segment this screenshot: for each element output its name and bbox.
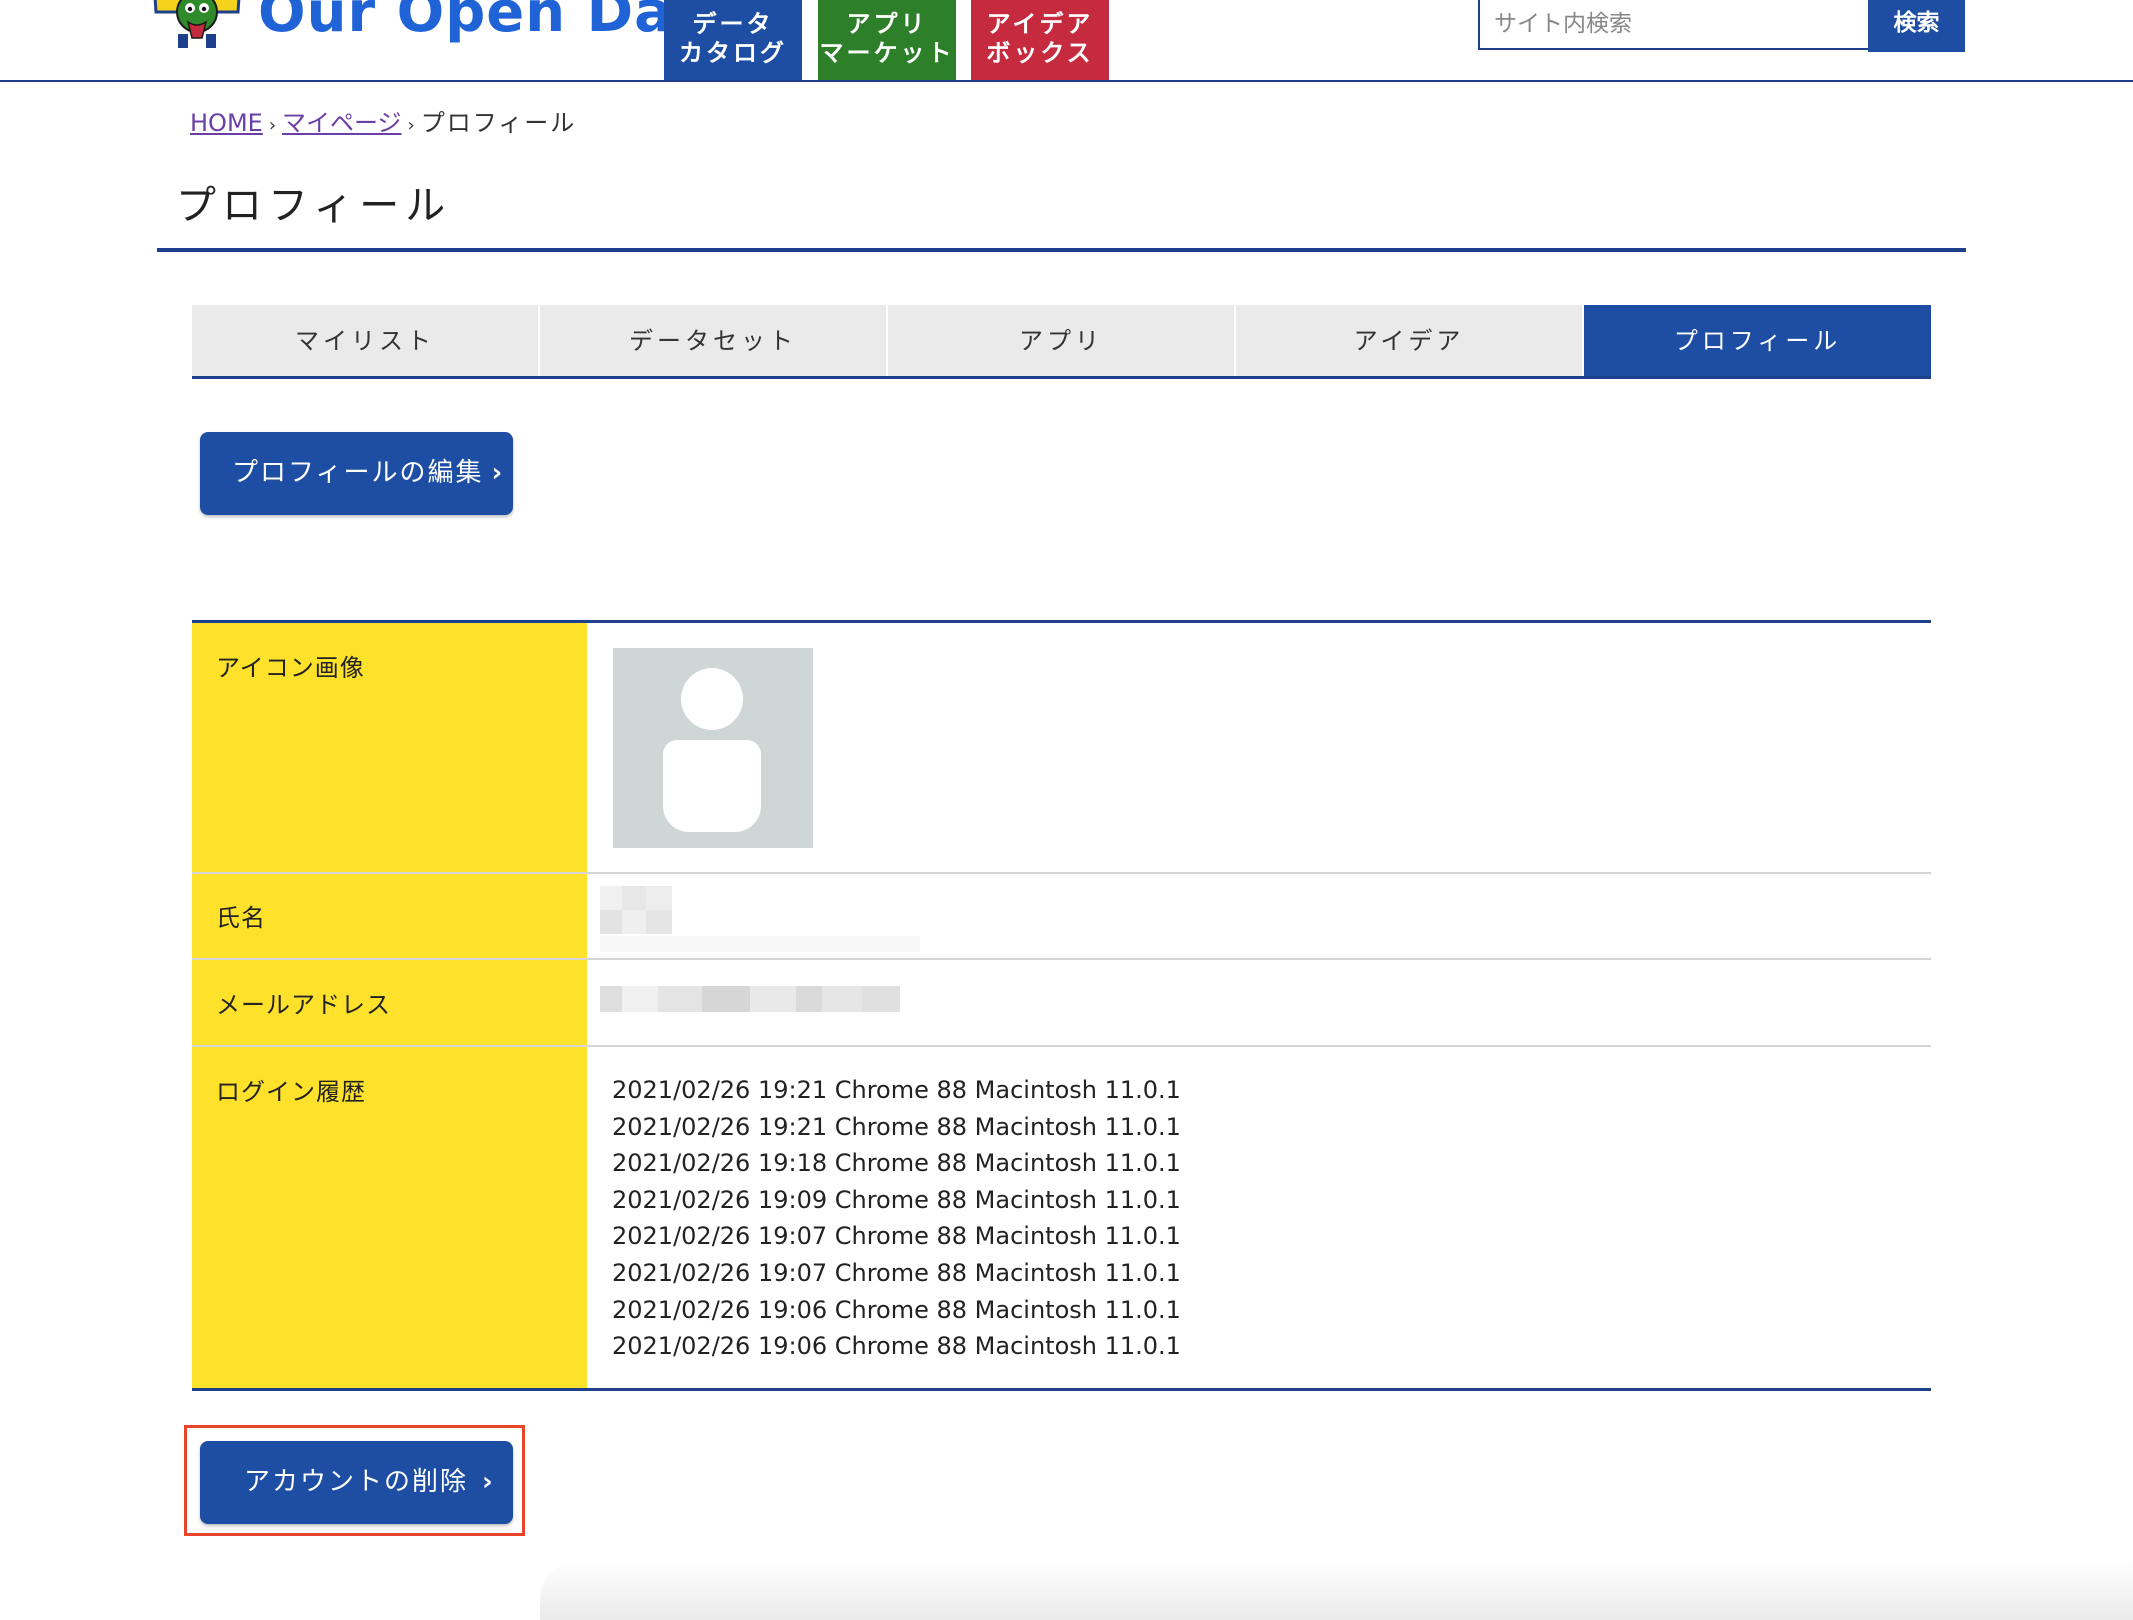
page-title: プロフィール	[176, 183, 452, 229]
breadcrumb-home-link[interactable]: HOME	[190, 109, 263, 137]
header-divider	[0, 80, 2133, 82]
table-bottom-border	[192, 1388, 1931, 1391]
login-history-entry: 2021/02/26 19:21 Chrome 88 Macintosh 11.…	[612, 1112, 1181, 1141]
login-history-list: 2021/02/26 19:21 Chrome 88 Macintosh 11.…	[612, 1072, 1181, 1365]
row-divider	[192, 872, 1931, 874]
logo-mascot-icon[interactable]	[150, 0, 244, 54]
avatar-placeholder-icon	[613, 648, 813, 848]
nav-idea-box-line2: ボックス	[986, 39, 1094, 67]
avatar-body	[663, 740, 761, 832]
bottom-shadow-decoration	[540, 1560, 2133, 1620]
login-history-entry: 2021/02/26 19:09 Chrome 88 Macintosh 11.…	[612, 1185, 1181, 1214]
tab-underline	[192, 376, 1931, 379]
email-value-redacted	[598, 986, 908, 1012]
nav-data-catalog-button[interactable]: データ カタログ	[664, 0, 802, 80]
nav-data-catalog-line1: データ	[692, 10, 774, 38]
nav-idea-box-button[interactable]: アイデア ボックス	[971, 0, 1109, 80]
search-button[interactable]: 検索	[1868, 0, 1965, 52]
site-search-input[interactable]	[1478, 0, 1870, 50]
delete-account-label: アカウントの削除	[244, 1467, 469, 1497]
login-history-entry: 2021/02/26 19:06 Chrome 88 Macintosh 11.…	[612, 1332, 1181, 1361]
breadcrumb-current: プロフィール	[420, 109, 577, 137]
row-divider	[192, 958, 1931, 960]
nav-app-market-line1: アプリ	[846, 10, 928, 38]
nav-idea-box-line1: アイデア	[986, 10, 1094, 38]
avatar-head	[681, 668, 743, 730]
chevron-right-icon: ›	[491, 458, 505, 488]
profile-tabs: マイリスト データセット アプリ アイデア プロフィール	[192, 305, 1931, 379]
name-value-redacted	[598, 886, 928, 956]
login-history-entry: 2021/02/26 19:18 Chrome 88 Macintosh 11.…	[612, 1149, 1181, 1178]
breadcrumb-mypage-link[interactable]: マイページ	[282, 109, 402, 137]
login-history-entry: 2021/02/26 19:06 Chrome 88 Macintosh 11.…	[612, 1295, 1181, 1324]
icon-image-label: アイコン画像	[216, 654, 365, 682]
edit-profile-label: プロフィールの編集	[232, 458, 484, 488]
login-history-entry: 2021/02/26 19:21 Chrome 88 Macintosh 11.…	[612, 1076, 1181, 1104]
breadcrumb-separator: ›	[407, 115, 415, 136]
tab-datasets[interactable]: データセット	[540, 305, 886, 377]
login-history-entry: 2021/02/26 19:07 Chrome 88 Macintosh 11.…	[612, 1222, 1181, 1251]
row-divider	[192, 1045, 1931, 1047]
login-history-entry: 2021/02/26 19:07 Chrome 88 Macintosh 11.…	[612, 1258, 1181, 1287]
login-history-label: ログイン履歴	[216, 1078, 366, 1106]
tab-apps[interactable]: アプリ	[888, 305, 1234, 377]
nav-data-catalog-line2: カタログ	[679, 39, 787, 67]
table-top-border	[192, 620, 1931, 623]
email-label: メールアドレス	[216, 991, 391, 1019]
tab-mylist[interactable]: マイリスト	[192, 305, 538, 377]
name-label: 氏名	[216, 904, 266, 932]
chevron-right-icon: ›	[482, 1467, 495, 1497]
nav-app-market-line2: マーケット	[819, 39, 955, 67]
edit-profile-button[interactable]: プロフィールの編集 ›	[200, 432, 513, 515]
nav-app-market-button[interactable]: アプリ マーケット	[818, 0, 956, 80]
tab-profile[interactable]: プロフィール	[1584, 305, 1931, 377]
breadcrumb: HOME › マイページ › プロフィール	[190, 106, 576, 143]
title-underline	[157, 248, 1966, 252]
breadcrumb-separator: ›	[268, 115, 277, 136]
tab-ideas[interactable]: アイデア	[1236, 305, 1582, 377]
delete-account-button[interactable]: アカウントの削除 ›	[200, 1441, 513, 1524]
